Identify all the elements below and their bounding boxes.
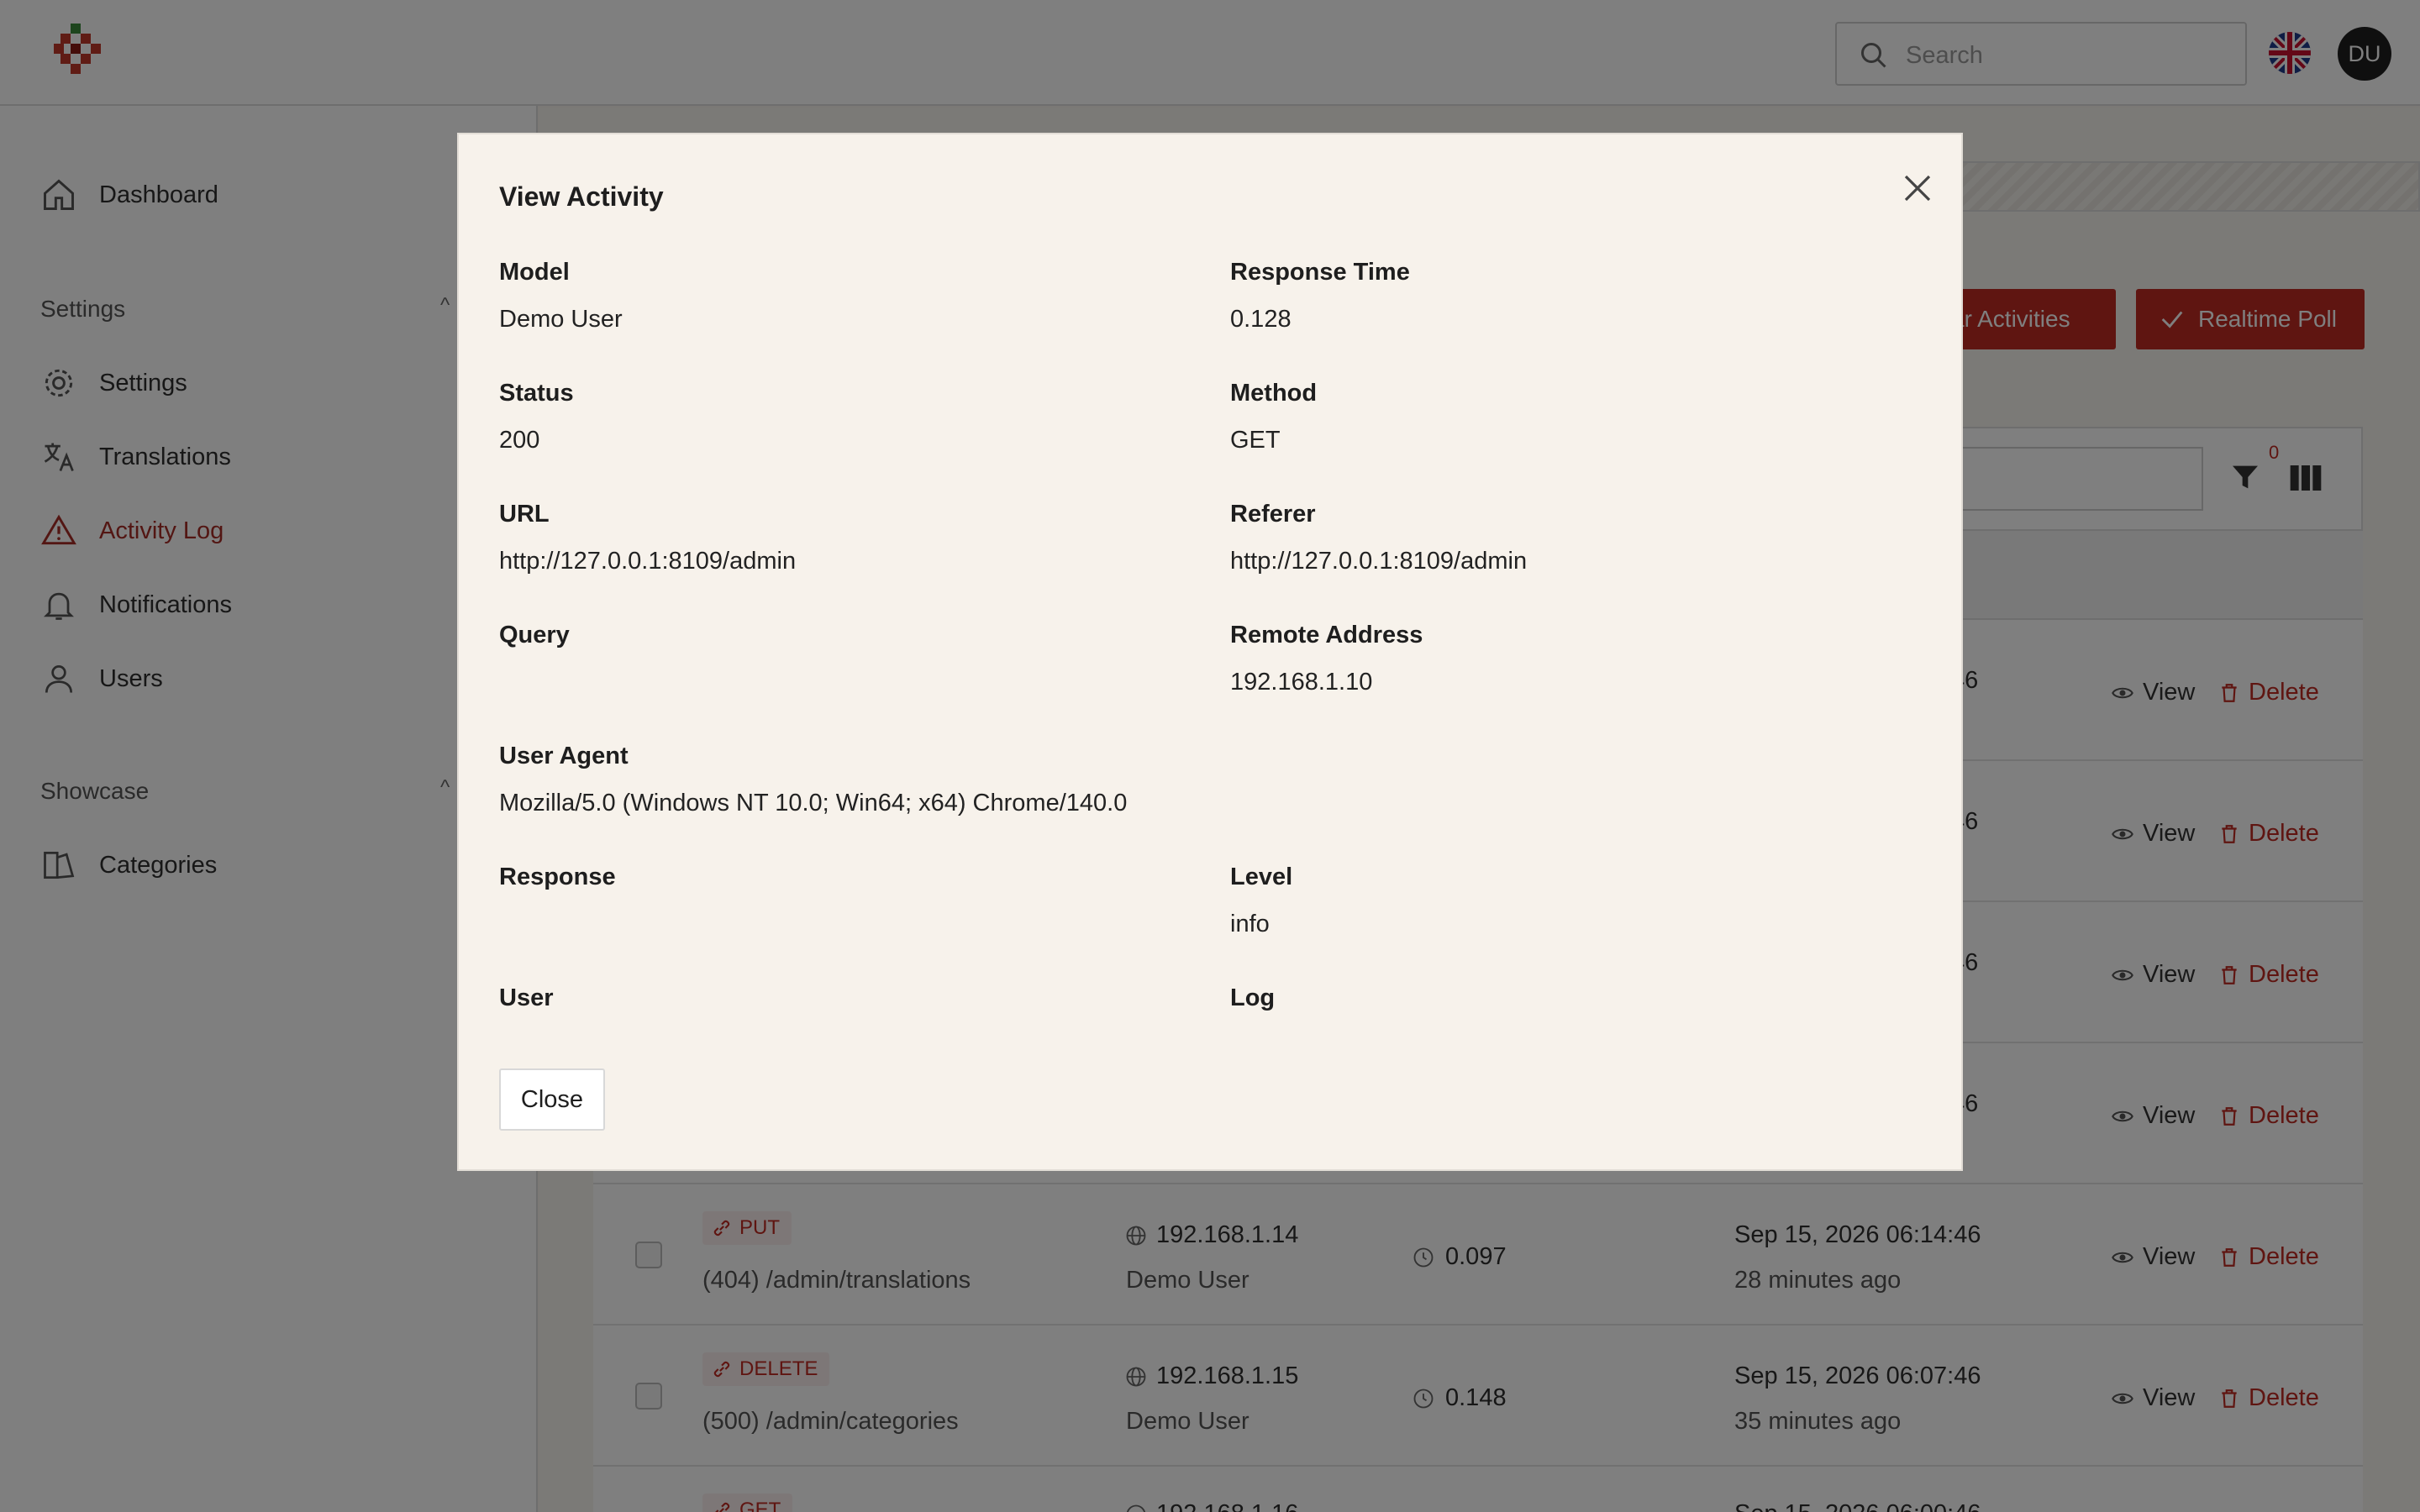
field-label-method: Method [1230, 380, 1318, 407]
field-value-user-agent: Mozilla/5.0 (Windows NT 10.0; Win64; x64… [499, 790, 1128, 816]
field-label-response: Response [499, 864, 616, 890]
field-label-referer: Referer [1230, 501, 1316, 528]
field-value-level: info [1230, 911, 1270, 937]
field-value-remote-address: 192.168.1.10 [1230, 669, 1373, 696]
field-label-user: User [499, 984, 554, 1011]
field-value-method: GET [1230, 427, 1281, 454]
view-activity-dialog: View Activity Model Demo User Response T… [457, 133, 1963, 1171]
field-value-referer: http://127.0.0.1:8109/admin [1230, 548, 1528, 575]
close-icon[interactable] [1897, 168, 1938, 208]
field-value-url: http://127.0.0.1:8109/admin [499, 548, 797, 575]
field-label-response-time: Response Time [1230, 259, 1410, 286]
field-label-log: Log [1230, 984, 1276, 1011]
field-label-url: URL [499, 501, 550, 528]
field-label-user-agent: User Agent [499, 743, 629, 769]
field-label-model: Model [499, 259, 570, 286]
field-value-response-time: 0.128 [1230, 306, 1292, 333]
field-label-status: Status [499, 380, 574, 407]
close-button[interactable]: Close [499, 1068, 605, 1131]
field-label-remote-address: Remote Address [1230, 622, 1423, 648]
field-label-query: Query [499, 622, 570, 648]
dialog-title: View Activity [499, 181, 664, 212]
field-value-status: 200 [499, 427, 540, 454]
field-label-level: Level [1230, 864, 1293, 890]
field-value-model: Demo User [499, 306, 623, 333]
